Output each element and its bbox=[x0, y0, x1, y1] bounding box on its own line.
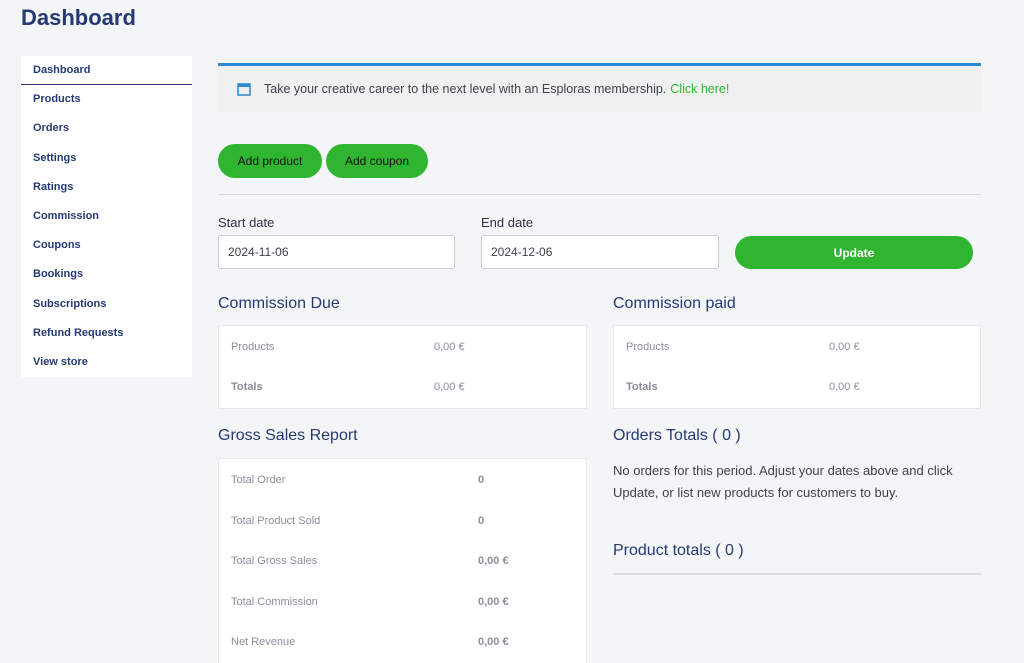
start-date-label: Start date bbox=[218, 215, 275, 230]
row-label: Total Product Sold bbox=[231, 515, 321, 527]
calendar-icon bbox=[237, 82, 251, 96]
sidebar-item-commission[interactable]: Commission bbox=[21, 202, 192, 231]
row-value: 0,00 € bbox=[478, 636, 509, 648]
gross-sales-title: Gross Sales Report bbox=[218, 427, 358, 444]
sidebar-item-orders[interactable]: Orders bbox=[21, 114, 192, 143]
commission-paid-title: Commission paid bbox=[613, 295, 736, 312]
row-label: Total Gross Sales bbox=[231, 555, 318, 567]
row-label: Totals bbox=[626, 381, 658, 393]
commission-paid-card: Products 0,00 € Totals 0,00 € bbox=[613, 325, 981, 409]
divider bbox=[218, 194, 981, 195]
sidebar-item-dashboard[interactable]: Dashboard bbox=[21, 56, 192, 86]
sidebar-item-view-store[interactable]: View store bbox=[21, 348, 192, 377]
row-value: 0,00 € bbox=[478, 596, 509, 608]
end-date-label: End date bbox=[481, 215, 534, 230]
add-coupon-button[interactable]: Add coupon bbox=[326, 144, 428, 178]
row-value: 0 bbox=[478, 515, 485, 527]
orders-totals-title: Orders Totals ( 0 ) bbox=[613, 427, 741, 444]
commission-due-title: Commission Due bbox=[218, 295, 340, 312]
page-title: Dashboard bbox=[21, 5, 136, 30]
row-label: Products bbox=[626, 341, 670, 353]
divider bbox=[613, 573, 981, 575]
row-value: 0,00 € bbox=[829, 341, 860, 353]
row-label: Total Order bbox=[231, 474, 286, 486]
sidebar-item-subscriptions[interactable]: Subscriptions bbox=[21, 290, 192, 319]
row-label: Total Commission bbox=[231, 596, 318, 608]
start-date-input[interactable] bbox=[218, 235, 455, 269]
sidebar-nav: Dashboard Products Orders Settings Ratin… bbox=[21, 56, 192, 378]
product-totals-title: Product totals ( 0 ) bbox=[613, 542, 744, 559]
row-value: 0,00 € bbox=[829, 381, 860, 393]
end-date-input[interactable] bbox=[481, 235, 719, 269]
sidebar-item-bookings[interactable]: Bookings bbox=[21, 260, 192, 289]
row-value: 0,00 € bbox=[478, 555, 509, 567]
row-label: Net Revenue bbox=[231, 636, 296, 648]
notice-text: Take your creative career to the next le… bbox=[264, 82, 667, 96]
membership-notice: Take your creative career to the next le… bbox=[218, 63, 981, 112]
row-label: Products bbox=[231, 341, 275, 353]
row-label: Totals bbox=[231, 381, 263, 393]
orders-empty-message: No orders for this period. Adjust your d… bbox=[613, 463, 953, 500]
sidebar-item-settings[interactable]: Settings bbox=[21, 144, 192, 173]
row-value: 0,00 € bbox=[434, 381, 465, 393]
sidebar-item-refund-requests[interactable]: Refund Requests bbox=[21, 319, 192, 348]
gross-sales-card: Total Order 0 Total Product Sold 0 Total… bbox=[218, 458, 587, 663]
notice-link[interactable]: Click here! bbox=[670, 82, 729, 96]
sidebar-item-coupons[interactable]: Coupons bbox=[21, 231, 192, 260]
sidebar-item-products[interactable]: Products bbox=[21, 85, 192, 114]
update-button[interactable]: Update bbox=[735, 236, 973, 269]
add-product-button[interactable]: Add product bbox=[218, 144, 322, 178]
commission-due-card: Products 0,00 € Totals 0,00 € bbox=[218, 325, 587, 409]
row-value: 0 bbox=[478, 474, 485, 486]
sidebar-item-ratings[interactable]: Ratings bbox=[21, 173, 192, 202]
row-value: 0,00 € bbox=[434, 341, 465, 353]
